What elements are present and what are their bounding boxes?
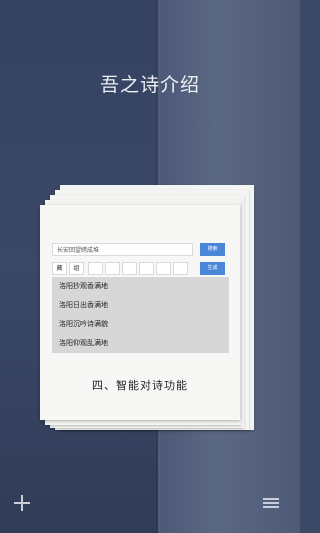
- result-item[interactable]: 洛阳仰观乱满地: [52, 334, 229, 353]
- page-headline: 吾之诗介绍: [99, 74, 200, 96]
- mode-selector-row: 藏 组: [52, 262, 188, 275]
- verse-search-input[interactable]: 长安回望绣成堆: [52, 243, 193, 256]
- result-item[interactable]: 洛阳日出香满地: [52, 296, 229, 315]
- hamburger-menu-icon[interactable]: [263, 498, 279, 509]
- char-cell[interactable]: [156, 262, 171, 275]
- mode-cell[interactable]: 藏: [52, 262, 67, 275]
- char-cell[interactable]: [139, 262, 154, 275]
- generate-button[interactable]: 生成: [200, 262, 225, 275]
- result-item[interactable]: 洛阳抄观香满地: [52, 277, 229, 296]
- char-cell[interactable]: [105, 262, 120, 275]
- feature-caption: 四、智能对诗功能: [92, 379, 188, 392]
- result-item[interactable]: 洛阳沉吟诗满貌: [52, 315, 229, 334]
- char-cell[interactable]: [122, 262, 137, 275]
- char-cell[interactable]: [88, 262, 103, 275]
- result-list: 洛阳抄观香满地 洛阳日出香满地 洛阳沉吟诗满貌 洛阳仰观乱满地: [52, 277, 229, 353]
- search-button[interactable]: 搜索: [200, 243, 225, 256]
- feature-preview-card: 长安回望绣成堆 搜索 藏 组 生成 洛阳抄观香满地 洛阳日出香满地 洛阳沉吟诗满…: [40, 205, 240, 420]
- mode-cell[interactable]: 组: [69, 262, 84, 275]
- plus-icon[interactable]: [14, 495, 30, 511]
- char-cell[interactable]: [173, 262, 188, 275]
